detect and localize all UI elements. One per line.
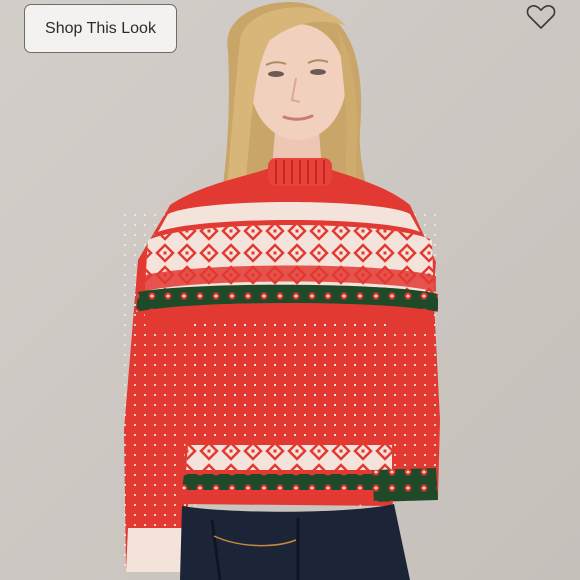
shop-this-look-button[interactable]: Shop This Look	[24, 4, 177, 53]
product-photo	[0, 0, 580, 580]
heart-icon[interactable]	[526, 4, 556, 30]
